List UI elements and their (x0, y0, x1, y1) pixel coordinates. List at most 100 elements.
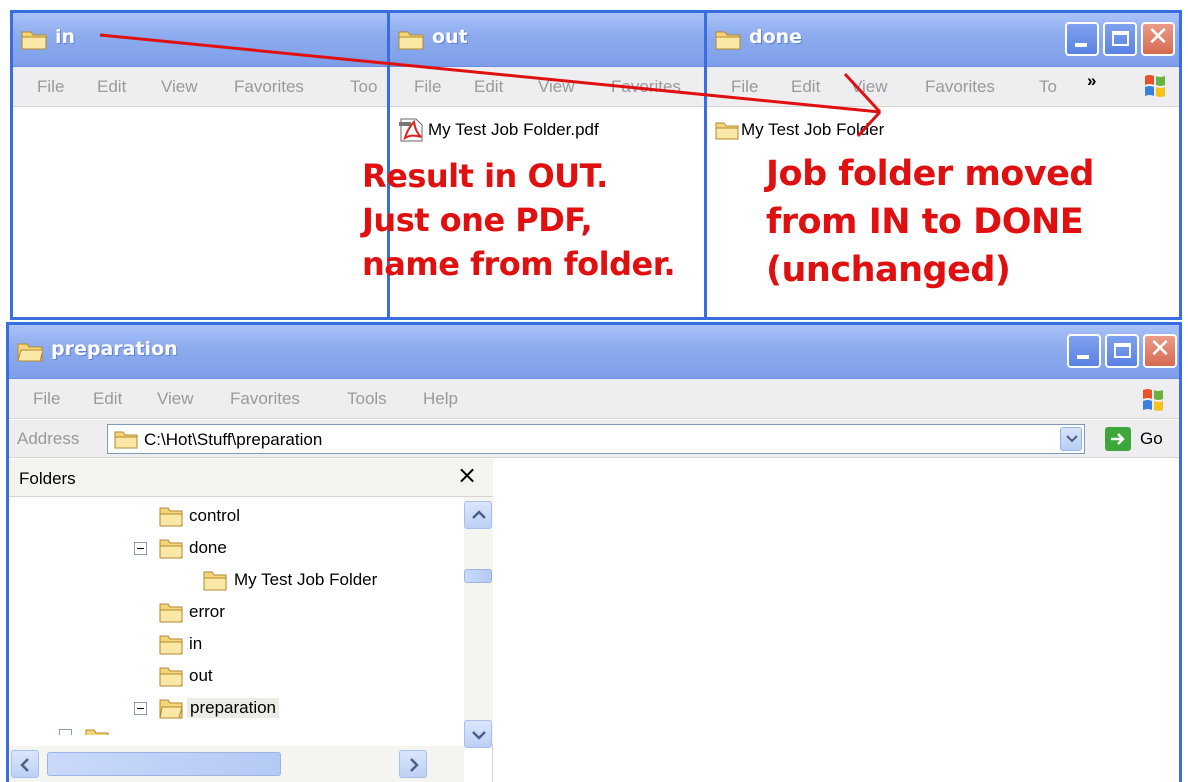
menu-file[interactable]: File (33, 389, 60, 409)
go-label[interactable]: Go (1140, 429, 1163, 449)
scroll-down-button[interactable] (464, 720, 492, 748)
window-title: preparation (51, 338, 178, 360)
tree-item-in[interactable]: in (9, 629, 464, 661)
tree-item-done[interactable]: done (9, 533, 464, 565)
tree-item-out[interactable]: out (9, 661, 464, 693)
file-list[interactable] (13, 108, 397, 317)
close-icon: ✕ (1149, 334, 1171, 364)
maximize-icon (1112, 31, 1129, 46)
tree-item-label: control (189, 506, 241, 525)
chevron-down-icon (472, 731, 486, 740)
vertical-scrollbar[interactable] (464, 497, 493, 748)
main-content-area[interactable] (494, 459, 1179, 782)
folder-icon (21, 31, 47, 50)
maximize-button[interactable] (1105, 334, 1139, 368)
scroll-left-button[interactable] (11, 750, 39, 778)
annotation-out-note: Result in OUT. Just one PDF, name from f… (362, 157, 676, 283)
tree-item-error[interactable]: error (9, 597, 464, 629)
address-bar: Address C:\Hot\Stuff\preparation Go (9, 420, 1179, 458)
menu-favorites[interactable]: Favorites (611, 77, 681, 97)
title-bar[interactable]: done ✕ (707, 13, 1179, 67)
address-label: Address (17, 429, 80, 448)
windows-logo-icon (1145, 75, 1165, 97)
minimize-icon (1075, 43, 1087, 47)
scroll-right-button[interactable] (399, 750, 427, 778)
menu-file[interactable]: File (731, 77, 758, 97)
collapse-toggle[interactable] (134, 702, 147, 715)
go-button[interactable] (1105, 427, 1131, 451)
chevron-left-icon (20, 758, 29, 772)
folder-icon (715, 31, 741, 50)
address-dropdown-button[interactable] (1060, 427, 1082, 451)
window-title: in (55, 26, 76, 48)
pdf-icon (399, 118, 423, 142)
menu-bar: File Edit View Favorites To » (707, 67, 1179, 107)
folder-icon (114, 431, 138, 449)
window-title: out (432, 26, 468, 48)
folder-icon (203, 571, 227, 591)
tree-item-label: in (189, 634, 203, 653)
collapse-toggle[interactable] (134, 542, 147, 555)
folder-icon (398, 31, 424, 50)
menu-view[interactable]: View (157, 389, 194, 409)
menu-bar: File Edit View Favorites Tools Help (9, 379, 1179, 419)
menu-edit[interactable]: Edit (474, 77, 503, 97)
window-preparation: preparation ✕ File Edit View Favorites T… (6, 322, 1182, 782)
close-button[interactable]: ✕ (1141, 22, 1175, 56)
tree-item-partial (9, 725, 464, 735)
folder-icon (159, 667, 183, 687)
folders-pane: Folders × control done My Test Job Folde… (9, 459, 493, 782)
folder-icon (159, 539, 183, 559)
title-bar[interactable]: preparation ✕ (9, 325, 1179, 379)
tree-item-label: preparation (187, 698, 280, 718)
folder-icon (159, 635, 183, 655)
tree-item-label: done (189, 538, 227, 557)
windows-logo-icon (1143, 389, 1163, 411)
folders-title: Folders (19, 469, 76, 488)
scroll-thumb[interactable] (47, 752, 281, 776)
window-title: done (749, 26, 803, 48)
menu-help[interactable]: Help (423, 389, 458, 409)
minimize-button[interactable] (1067, 334, 1101, 368)
scroll-up-button[interactable] (464, 501, 492, 529)
title-bar[interactable]: in (13, 13, 397, 67)
menu-bar: File Edit View Favorites (390, 67, 709, 107)
menu-view[interactable]: View (851, 77, 888, 97)
file-name: My Test Job Folder.pdf (428, 120, 599, 139)
menu-tools[interactable]: Tools (347, 389, 387, 409)
tree-item-control[interactable]: control (9, 501, 464, 533)
open-folder-icon (17, 343, 43, 362)
close-button[interactable]: ✕ (1143, 334, 1177, 368)
close-icon: ✕ (1147, 22, 1169, 52)
arrow-right-icon (1111, 433, 1125, 445)
horizontal-scrollbar[interactable] (9, 746, 464, 782)
menu-edit[interactable]: Edit (791, 77, 820, 97)
address-input[interactable]: C:\Hot\Stuff\preparation (107, 424, 1085, 454)
menu-edit[interactable]: Edit (97, 77, 126, 97)
chevron-up-icon (472, 510, 486, 519)
menu-favorites[interactable]: Favorites (234, 77, 304, 97)
close-folders-icon[interactable]: × (457, 461, 477, 489)
minimize-icon (1077, 355, 1089, 359)
scroll-thumb[interactable] (464, 569, 492, 583)
menu-view[interactable]: View (538, 77, 575, 97)
open-folder-icon (159, 699, 183, 719)
menu-file[interactable]: File (37, 77, 64, 97)
tree-item-label: error (189, 602, 225, 621)
maximize-button[interactable] (1103, 22, 1137, 56)
menu-view[interactable]: View (161, 77, 198, 97)
minimize-button[interactable] (1065, 22, 1099, 56)
menu-edit[interactable]: Edit (93, 389, 122, 409)
menu-overflow-chevron[interactable]: » (1087, 71, 1096, 91)
menu-favorites[interactable]: Favorites (230, 389, 300, 409)
menu-file[interactable]: File (414, 77, 441, 97)
tree-item-my-test-job-folder[interactable]: My Test Job Folder (9, 565, 464, 597)
menu-tools[interactable]: Too (350, 77, 377, 97)
menu-tools[interactable]: To (1039, 77, 1057, 97)
tree-item-preparation[interactable]: preparation (9, 693, 464, 725)
title-bar[interactable]: out (390, 13, 709, 67)
chevron-right-icon (410, 758, 419, 772)
folder-icon (715, 122, 739, 140)
menu-favorites[interactable]: Favorites (925, 77, 995, 97)
folders-header: Folders × (9, 459, 493, 497)
